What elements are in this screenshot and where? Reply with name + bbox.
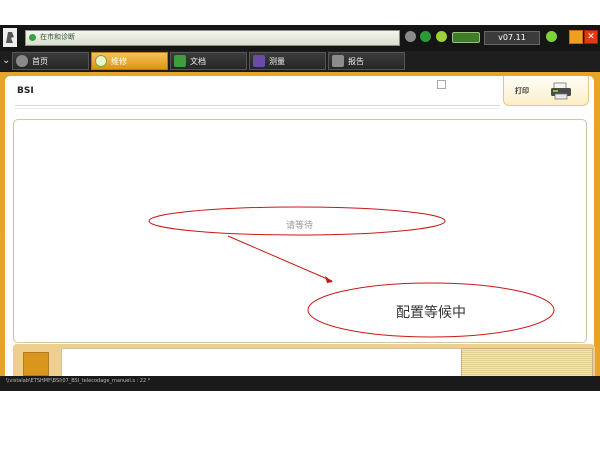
side-panel-toggle[interactable]: › <box>0 202 4 264</box>
top-toolbar: 在市和诊断 v07.11 ✕ <box>0 25 600 51</box>
tab-documents-label: 文档 <box>190 57 206 66</box>
minimize-button[interactable] <box>569 30 583 44</box>
status-bar-path: \\vistalab\ETSHMF\BSI\07_BSI_telecodage_… <box>6 378 151 384</box>
tab-home[interactable]: 首页 <box>12 52 89 70</box>
report-icon <box>332 55 344 67</box>
wait-message: 请等待 <box>286 221 314 231</box>
printer-icon <box>551 82 571 100</box>
tab-documents[interactable]: 文档 <box>170 52 247 70</box>
tab-home-label: 首页 <box>32 57 48 66</box>
option-checkbox[interactable] <box>437 80 446 89</box>
tab-repair[interactable]: 维修 <box>91 52 168 70</box>
print-label: 打印 <box>515 87 529 95</box>
chevron-down-icon[interactable]: ⌄ <box>2 55 10 66</box>
status-bar: \\vistalab\ETSHMF\BSI\07_BSI_telecodage_… <box>0 376 600 391</box>
network-icon[interactable] <box>420 31 431 42</box>
tab-measure[interactable]: 测量 <box>249 52 326 70</box>
document-icon <box>174 55 186 67</box>
tab-repair-label: 维修 <box>111 57 127 66</box>
page-title: BSI <box>17 86 34 96</box>
battery-icon <box>452 32 480 43</box>
home-icon <box>16 55 28 67</box>
main-tab-bar: ⌄ 首页 维修 文档 测量 报告 <box>0 51 600 71</box>
main-panel: BSI 打印 › <box>0 72 600 391</box>
header-divider <box>15 105 500 106</box>
status-dot-icon <box>29 34 36 41</box>
annotation-callout-text: 配置等候中 <box>396 305 466 321</box>
diagnostic-session-label: 在市和诊断 <box>40 33 75 41</box>
header-divider-secondary <box>15 108 500 109</box>
waveform-icon <box>253 55 265 67</box>
brand-logo-icon <box>3 28 17 47</box>
tab-report-label: 报告 <box>348 57 364 66</box>
tab-report[interactable]: 报告 <box>328 52 405 70</box>
settings-icon[interactable] <box>405 31 416 42</box>
print-button[interactable]: 打印 <box>503 76 589 106</box>
diagnostic-app-window: 在市和诊断 v07.11 ✕ ⌄ 首页 维修 文档 测量 报告 BSI 打印 \… <box>0 25 600 391</box>
connection-icon[interactable] <box>436 31 447 42</box>
close-button[interactable]: ✕ <box>584 30 598 44</box>
status-ok-icon <box>546 31 557 42</box>
magnifier-icon <box>95 55 107 67</box>
version-badge: v07.11 <box>484 31 540 45</box>
tab-measure-label: 测量 <box>269 57 285 66</box>
diagnostic-session-field[interactable]: 在市和诊断 <box>25 30 400 46</box>
progress-indicator <box>23 352 49 376</box>
content-area <box>13 119 587 343</box>
